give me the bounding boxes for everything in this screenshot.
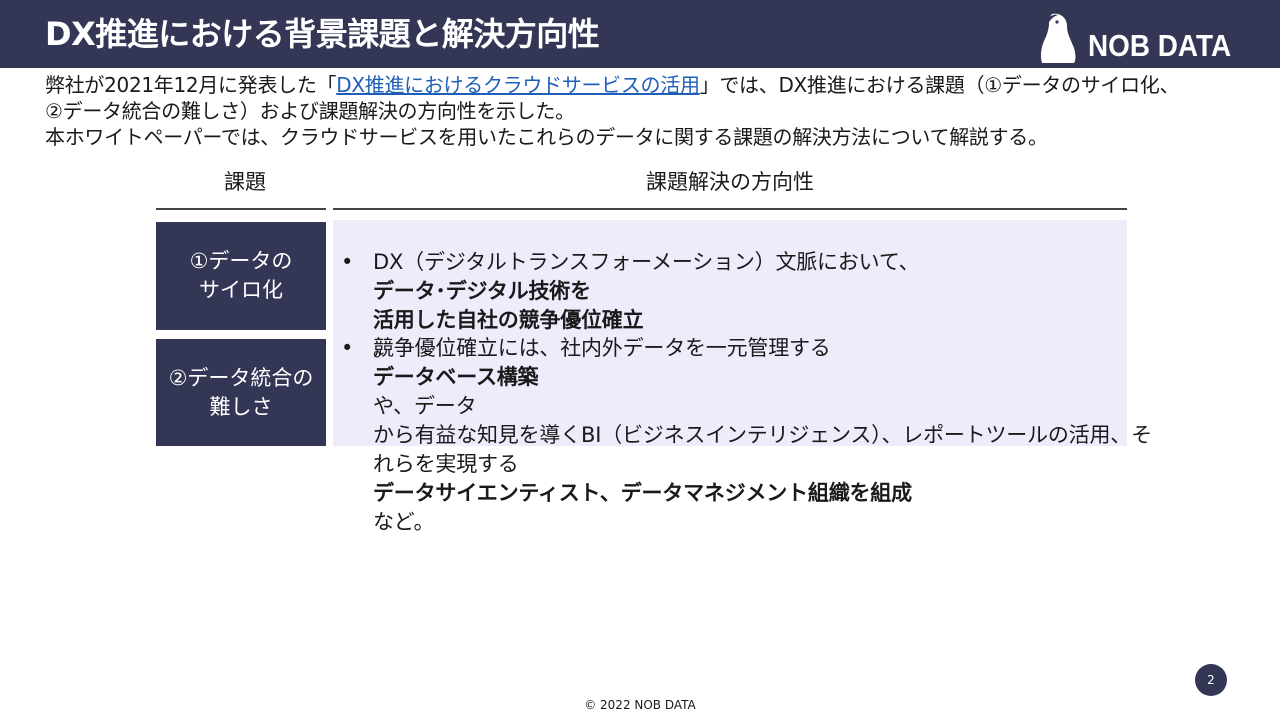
bullet-1-text: DX（デジタルトランスフォーメーション）文脈において、 [373, 250, 920, 274]
direction-panel: • DX（デジタルトランスフォーメーション）文脈において、 データ･デジタル技術を… [333, 220, 1152, 534]
issue-1-line-1: ①データの [189, 249, 293, 273]
intro-line-2: ②データ統合の難しさ）および課題解決の方向性を示した。 [45, 99, 575, 123]
intro-paragraph: 弊社が2021年12月に発表した「DX推進におけるクラウドサービスの活用」では、… [45, 72, 1245, 150]
bullet-2-text-a: 競争優位確立には、社内外データを一元管理する [373, 336, 831, 360]
bullet-2-line-2: から有益な知見を導くBI（ビジネスインテリジェンス）、レポートツールの活用、そ [373, 423, 1152, 447]
title-bar: DX推進における背景課題と解決方向性 NOB DATA [0, 0, 1280, 68]
issue-2-line-1: ②データ統合の [168, 365, 314, 390]
nob-data-logo: NOB DATA [1038, 12, 1238, 64]
issue-2-line-2: 難しさ [209, 394, 273, 419]
issue-1-line-2: サイロ化 [199, 278, 283, 302]
logo-text: NOB DATA [1088, 28, 1232, 63]
intro-line-1-prefix: 弊社が2021年12月に発表した「 [45, 73, 337, 97]
bullet-dot: • [341, 336, 354, 360]
intro-line-1: 弊社が2021年12月に発表した「DX推進におけるクラウドサービスの活用」では、… [45, 72, 1245, 98]
header-rule-direction [333, 208, 1127, 210]
column-header-issue: 課題 [224, 170, 266, 194]
bullet-2-bold-a: データベース構築 [373, 365, 539, 389]
intro-line-1-suffix: 」では、DX推進における課題（①データのサイロ化、 [699, 73, 1180, 97]
bullet-2-end: など。 [373, 510, 435, 534]
page-number-badge: 2 [1195, 664, 1227, 696]
bullet-dot: • [341, 250, 354, 274]
bullet-1-bold-2: 活用した自社の競争優位確立 [373, 308, 644, 332]
issue-cell-integration: ②データ統合の 難しさ [156, 339, 326, 446]
intro-line-3: 本ホワイトペーパーでは、クラウドサービスを用いたこれらのデータに関する課題の解決… [45, 125, 1048, 149]
bullet-2-bold-b: データサイエンティスト、データマネジメント組織を組成 [373, 481, 912, 505]
header-rule-issue [156, 208, 326, 210]
copyright: © 2022 NOB DATA [584, 698, 696, 712]
whitepaper-link[interactable]: DX推進におけるクラウドサービスの活用 [336, 73, 700, 97]
bullet-2-text-c: れらを実現する [373, 452, 519, 476]
column-header-direction: 課題解決の方向性 [646, 170, 814, 194]
issue-cell-silo: ①データの サイロ化 [156, 222, 326, 330]
bullet-1-bold: データ･デジタル技術を [373, 279, 591, 303]
bullet-2-text-b: や、データ [373, 394, 477, 418]
slide-title: DX推進における背景課題と解決方向性 [45, 15, 600, 53]
penguin-icon [1040, 13, 1076, 64]
